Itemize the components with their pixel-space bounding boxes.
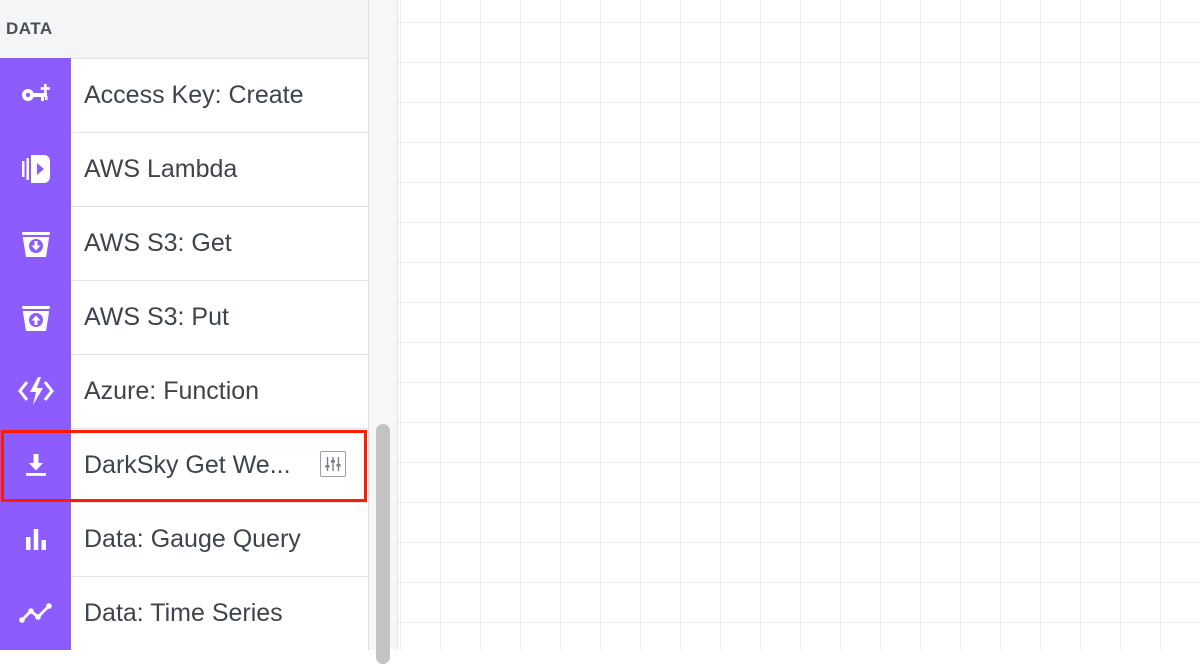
key-plus-icon — [0, 58, 71, 132]
node-label: Access Key: Create — [84, 81, 304, 109]
node-label: AWS S3: Get — [84, 229, 232, 257]
node-item-data-time-series[interactable]: Data: Time Series — [0, 576, 368, 650]
bucket-download-icon — [0, 206, 71, 280]
bucket-upload-icon — [0, 280, 71, 354]
download-icon — [0, 428, 71, 502]
settings-sliders-icon[interactable] — [320, 451, 346, 477]
node-item-aws-s3-put[interactable]: AWS S3: Put — [0, 280, 368, 355]
sidebar-scrollbar-track[interactable] — [369, 0, 398, 664]
node-label: Data: Time Series — [84, 599, 283, 627]
node-item-darksky-get-weather[interactable]: DarkSky Get We... — [0, 428, 368, 503]
sidebar-scrollbar-thumb[interactable] — [376, 424, 390, 664]
line-chart-icon — [0, 576, 71, 650]
node-item-azure-function[interactable]: Azure: Function — [0, 354, 368, 429]
section-header: DATA — [0, 0, 368, 59]
node-item-aws-lambda[interactable]: AWS Lambda — [0, 132, 368, 207]
node-label: AWS S3: Put — [84, 303, 229, 331]
node-palette-sidebar: DATA Access Key: Create AWS Lambda AWS S… — [0, 0, 369, 650]
node-label: Data: Gauge Query — [84, 525, 301, 553]
node-label: Azure: Function — [84, 377, 260, 405]
aws-lambda-icon — [0, 132, 71, 206]
bar-chart-icon — [0, 502, 71, 576]
node-item-data-gauge-query[interactable]: Data: Gauge Query — [0, 502, 368, 577]
node-label: AWS Lambda — [84, 155, 238, 183]
azure-function-icon — [0, 354, 71, 428]
node-list: Access Key: Create AWS Lambda AWS S3: Ge… — [0, 58, 368, 650]
workflow-canvas[interactable] — [398, 0, 1200, 650]
node-item-access-key-create[interactable]: Access Key: Create — [0, 58, 368, 133]
node-item-aws-s3-get[interactable]: AWS S3: Get — [0, 206, 368, 281]
